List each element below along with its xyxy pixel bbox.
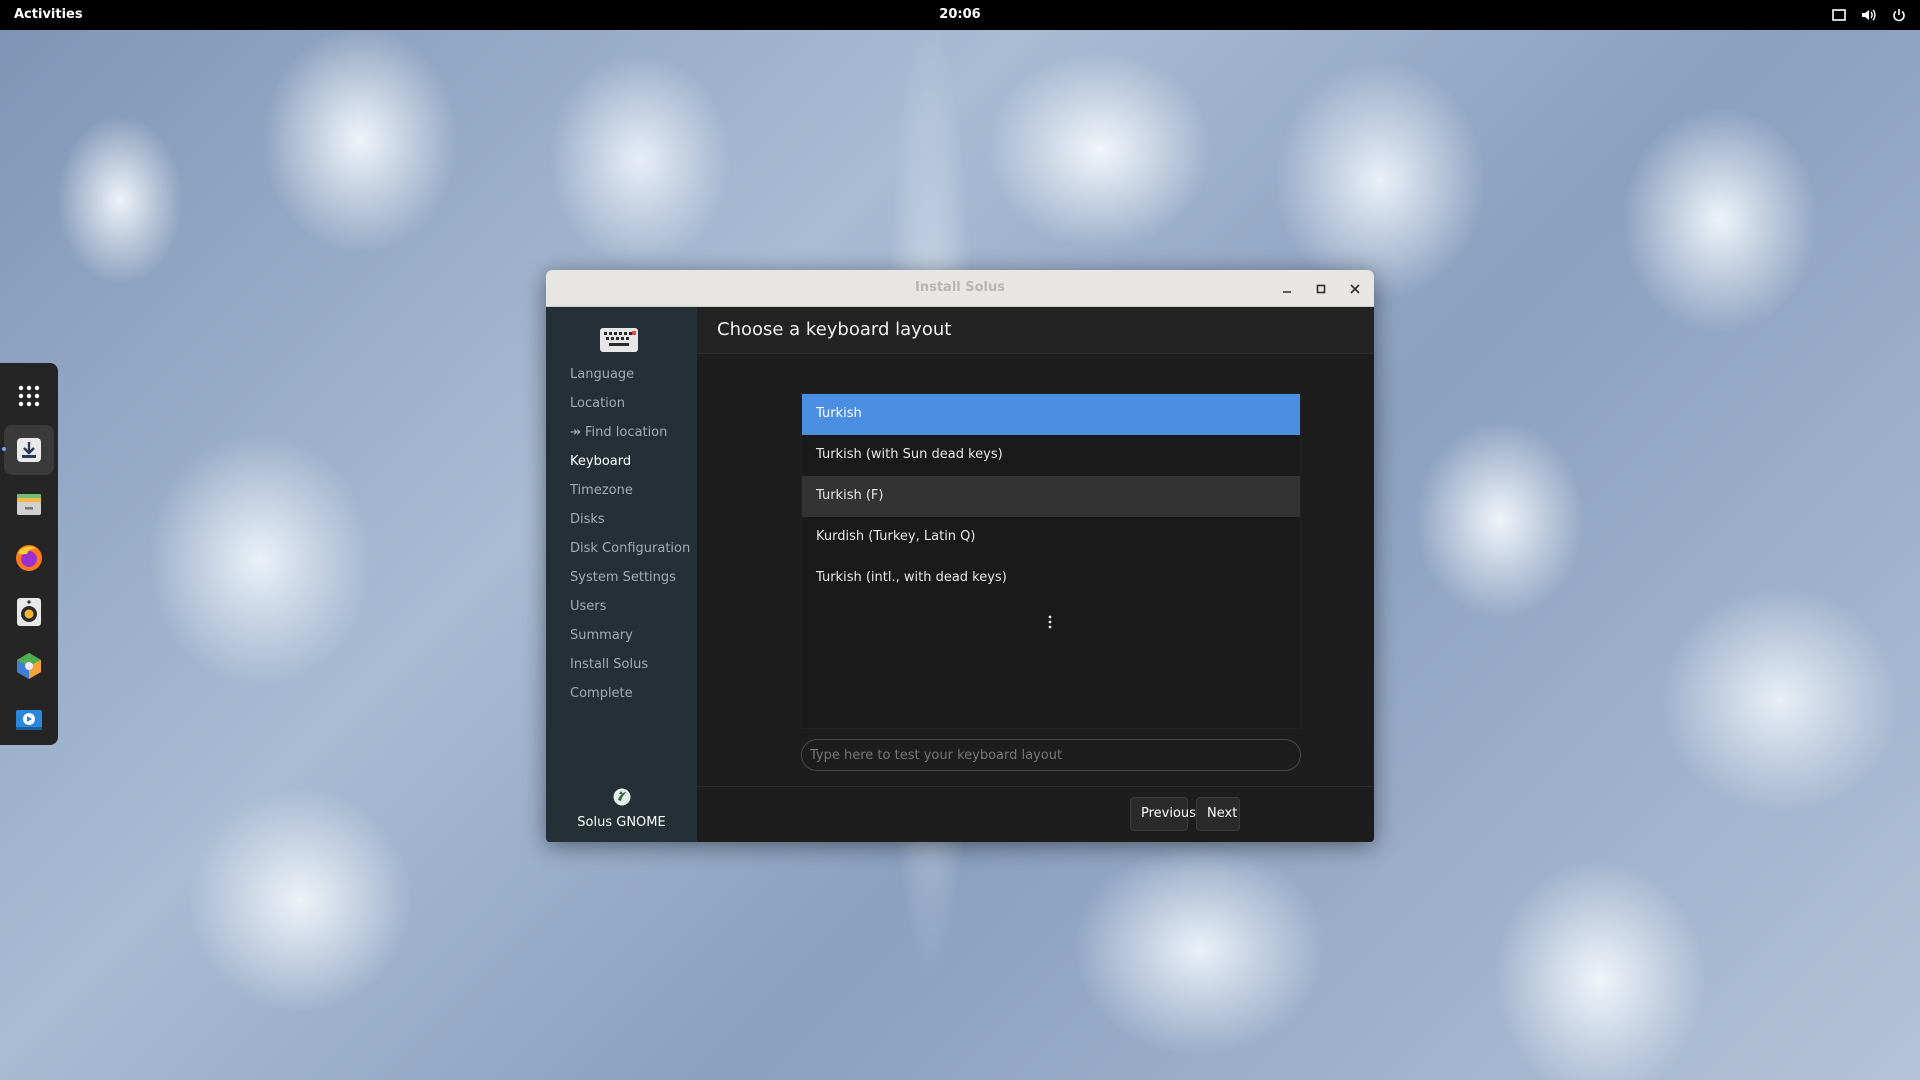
installer-window: Install Solus Language Location ↠ Find l… (546, 270, 1374, 842)
next-button[interactable]: Next (1196, 797, 1240, 831)
sidebar-item-disk-configuration: Disk Configuration (570, 541, 691, 556)
sidebar-item-disks: Disks (570, 512, 605, 527)
page-header: Choose a keyboard layout (697, 307, 1374, 354)
top-bar: Activities 20:06 (0, 0, 1920, 30)
sidebar-item-complete: Complete (570, 686, 633, 701)
sidebar-item-summary: Summary (570, 628, 633, 643)
brand-label: Solus GNOME (577, 815, 666, 830)
layout-row-turkish-intl-dead-keys[interactable]: Turkish (intl., with dead keys) (802, 558, 1300, 599)
more-layouts-icon[interactable] (1046, 614, 1054, 633)
app-grid-icon[interactable] (4, 371, 54, 421)
layout-row-turkish[interactable]: Turkish (802, 394, 1300, 435)
volume-icon[interactable] (1860, 6, 1878, 24)
close-button[interactable] (1345, 279, 1365, 299)
keyboard-icon (599, 325, 639, 359)
sidebar-item-find-location: ↠ Find location (570, 425, 668, 440)
keyboard-layout-list[interactable]: Turkish Turkish (with Sun dead keys) Tur… (801, 393, 1301, 729)
video-icon[interactable] (4, 695, 54, 745)
window-titlebar[interactable]: Install Solus (546, 270, 1374, 307)
layout-row-turkish-sun-dead-keys[interactable]: Turkish (with Sun dead keys) (802, 435, 1300, 476)
system-tray[interactable] (1830, 6, 1908, 24)
footer-divider (697, 786, 1374, 787)
maximize-button[interactable] (1311, 279, 1331, 299)
dock (0, 363, 58, 745)
firefox-icon[interactable] (4, 533, 54, 583)
sidebar-item-system-settings: System Settings (570, 570, 676, 585)
clock[interactable]: 20:06 (0, 7, 1920, 22)
sidebar-item-keyboard: Keyboard (570, 454, 632, 469)
layout-row-kurdish-latin-q[interactable]: Kurdish (Turkey, Latin Q) (802, 517, 1300, 558)
solus-logo-icon (612, 787, 632, 811)
previous-button[interactable]: Previous (1130, 797, 1196, 831)
layout-row-turkish-f[interactable]: Turkish (F) (802, 476, 1300, 517)
screen-icon[interactable] (1830, 6, 1848, 24)
rhythmbox-icon[interactable] (4, 587, 54, 637)
sidebar-item-location: Location (570, 396, 625, 411)
files-icon[interactable] (4, 479, 54, 529)
sidebar-item-users: Users (570, 599, 607, 614)
minimize-button[interactable] (1277, 279, 1297, 299)
sidebar-item-timezone: Timezone (570, 483, 633, 498)
sidebar-item-language: Language (570, 367, 635, 382)
running-indicator (2, 447, 6, 451)
installer-icon[interactable] (2, 425, 54, 475)
window-title: Install Solus (915, 280, 1005, 295)
page-title: Choose a keyboard layout (717, 319, 952, 340)
installer-content: Choose a keyboard layout Turkish Turkish… (697, 307, 1374, 842)
keyboard-test-input[interactable] (801, 739, 1301, 771)
power-icon[interactable] (1890, 6, 1908, 24)
sidebar-item-install-solus: Install Solus (570, 657, 649, 672)
software-icon[interactable] (4, 641, 54, 691)
installer-sidebar: Language Location ↠ Find location Keyboa… (546, 307, 697, 842)
